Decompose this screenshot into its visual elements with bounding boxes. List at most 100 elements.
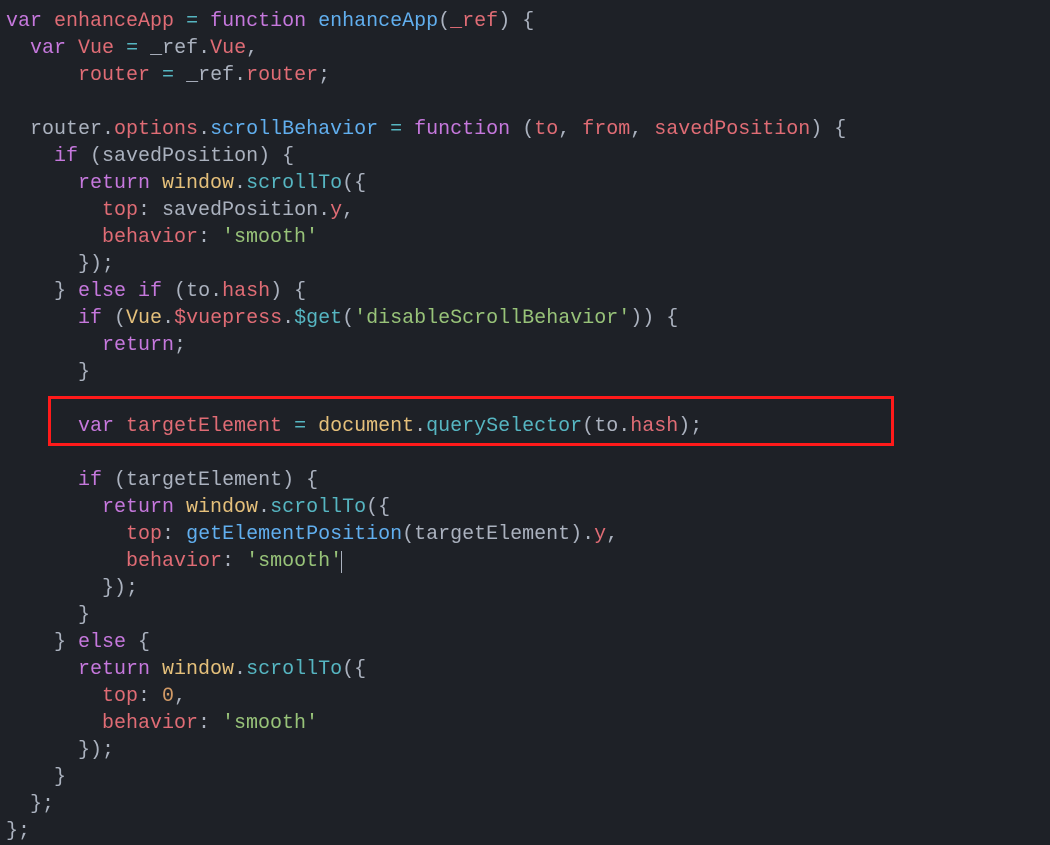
code-line[interactable]: return window.scrollTo({ — [6, 494, 1044, 521]
code-token: Vue — [210, 37, 246, 60]
code-token: return — [102, 496, 186, 519]
code-token: getElementPosition — [186, 523, 402, 546]
code-token — [306, 415, 318, 438]
code-token: if — [78, 469, 114, 492]
code-token — [114, 37, 126, 60]
code-token: ); — [678, 415, 702, 438]
code-token: : — [198, 712, 222, 735]
code-token: = — [390, 118, 402, 141]
code-line[interactable]: var targetElement = document.querySelect… — [6, 413, 1044, 440]
code-token: . — [318, 199, 330, 222]
code-token: else if — [78, 280, 174, 303]
code-line[interactable]: } — [6, 359, 1044, 386]
code-line[interactable]: } — [6, 764, 1044, 791]
code-line[interactable]: router = _ref.router; — [6, 62, 1044, 89]
code-token: = — [162, 64, 174, 87]
code-line[interactable]: behavior: 'smooth' — [6, 224, 1044, 251]
code-line[interactable] — [6, 440, 1044, 467]
code-line[interactable]: if (targetElement) { — [6, 467, 1044, 494]
code-token: _ref — [186, 64, 234, 87]
code-line[interactable]: behavior: 'smooth' — [6, 548, 1044, 575]
code-token: to — [186, 280, 210, 303]
code-token — [174, 64, 186, 87]
code-line[interactable]: top: savedPosition.y, — [6, 197, 1044, 224]
code-token: 0 — [162, 685, 174, 708]
code-token: ) { — [282, 469, 318, 492]
code-token: ; — [318, 64, 330, 87]
code-token: var — [6, 10, 54, 33]
code-token: ; — [174, 334, 186, 357]
code-editor[interactable]: var enhanceApp = function enhanceApp(_re… — [6, 8, 1044, 845]
code-token: ) { — [810, 118, 846, 141]
code-line[interactable]: var Vue = _ref.Vue, — [6, 35, 1044, 62]
code-token: router — [78, 64, 150, 87]
code-token: . — [210, 280, 222, 303]
code-token: hash — [222, 280, 270, 303]
code-token: savedPosition — [102, 145, 258, 168]
code-line[interactable]: if (savedPosition) { — [6, 143, 1044, 170]
code-line[interactable]: top: getElementPosition(targetElement).y… — [6, 521, 1044, 548]
code-token: ) { — [498, 10, 534, 33]
text-cursor — [341, 551, 342, 573]
code-token: scrollTo — [246, 658, 342, 681]
code-token: window — [162, 658, 234, 681]
code-line[interactable]: if (Vue.$vuepress.$get('disableScrollBeh… — [6, 305, 1044, 332]
code-token: scrollTo — [246, 172, 342, 195]
code-token: }); — [102, 577, 138, 600]
code-line[interactable]: } — [6, 602, 1044, 629]
code-token — [150, 64, 162, 87]
code-token: $get — [294, 307, 342, 330]
code-line[interactable] — [6, 386, 1044, 413]
code-line[interactable]: }); — [6, 575, 1044, 602]
code-token: to — [534, 118, 558, 141]
code-token: ) { — [258, 145, 294, 168]
code-token: _ref — [450, 10, 498, 33]
code-token — [282, 415, 294, 438]
code-token: return — [78, 172, 162, 195]
code-line[interactable]: } else { — [6, 629, 1044, 656]
code-token: options — [114, 118, 198, 141]
code-line[interactable]: } else if (to.hash) { — [6, 278, 1044, 305]
code-token: ) { — [270, 280, 306, 303]
code-token: : — [222, 550, 246, 573]
code-token: , — [558, 118, 582, 141]
code-token: if — [54, 145, 90, 168]
code-line[interactable]: behavior: 'smooth' — [6, 710, 1044, 737]
code-token: , — [246, 37, 258, 60]
code-line[interactable]: top: 0, — [6, 683, 1044, 710]
code-token: 'smooth' — [222, 226, 318, 249]
code-token: function — [414, 118, 522, 141]
code-token: , — [342, 199, 354, 222]
code-token: { — [138, 631, 150, 654]
code-token: behavior — [126, 550, 222, 573]
code-token: scrollBehavior — [210, 118, 378, 141]
code-token: : — [138, 685, 162, 708]
code-token: . — [102, 118, 114, 141]
code-token: . — [414, 415, 426, 438]
code-token: } — [54, 766, 66, 789]
code-line[interactable]: router.options.scrollBehavior = function… — [6, 116, 1044, 143]
code-token: to — [594, 415, 618, 438]
code-line[interactable] — [6, 89, 1044, 116]
code-line[interactable]: var enhanceApp = function enhanceApp(_re… — [6, 8, 1044, 35]
code-token: router — [246, 64, 318, 87]
code-token: ( — [114, 307, 126, 330]
code-token: . — [258, 496, 270, 519]
code-token: ). — [570, 523, 594, 546]
code-token: . — [234, 172, 246, 195]
code-line[interactable]: return window.scrollTo({ — [6, 170, 1044, 197]
code-line[interactable]: }); — [6, 251, 1044, 278]
code-token: }; — [6, 820, 30, 843]
code-token: hash — [630, 415, 678, 438]
code-line[interactable]: return window.scrollTo({ — [6, 656, 1044, 683]
code-line[interactable]: }; — [6, 818, 1044, 845]
code-token: ({ — [342, 658, 366, 681]
code-token: else — [78, 631, 138, 654]
code-token: var — [78, 415, 126, 438]
code-token: 'smooth' — [246, 550, 342, 573]
code-token: $vuepress — [174, 307, 282, 330]
code-line[interactable]: }; — [6, 791, 1044, 818]
code-line[interactable]: }); — [6, 737, 1044, 764]
code-token: . — [234, 64, 246, 87]
code-line[interactable]: return; — [6, 332, 1044, 359]
